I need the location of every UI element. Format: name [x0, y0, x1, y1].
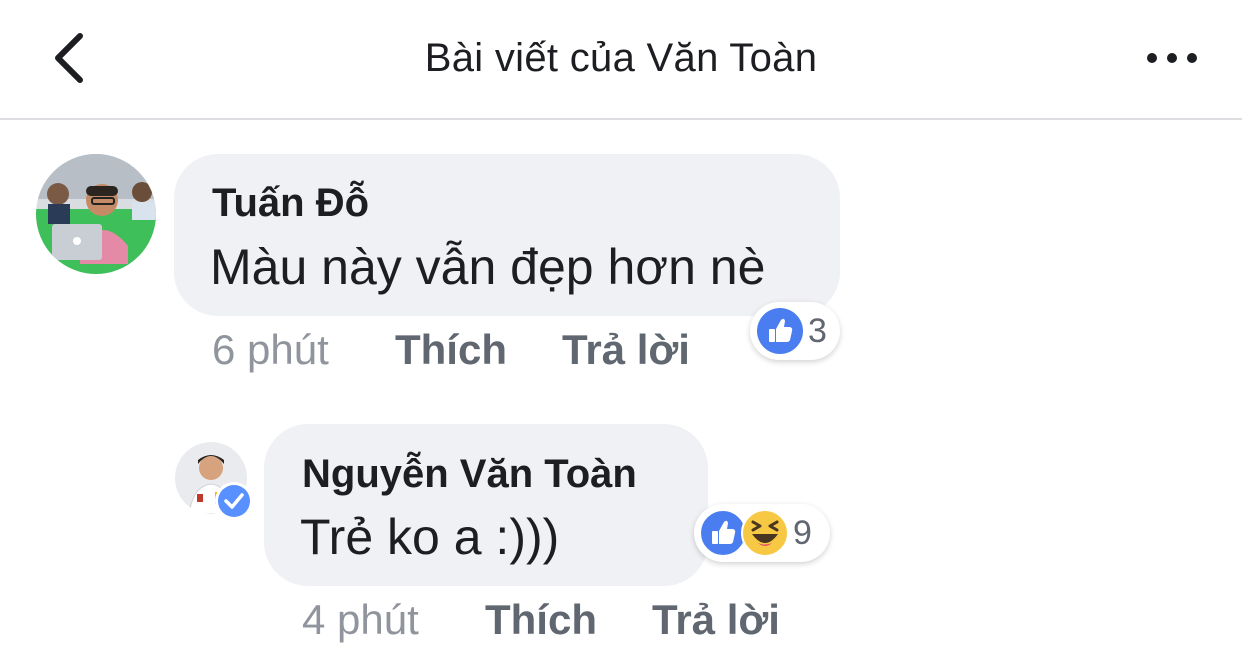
top-nav-bar: Bài viết của Văn Toàn — [0, 0, 1242, 120]
page-title: Bài viết của Văn Toàn — [424, 36, 818, 80]
reaction-summary[interactable]: 9 — [694, 504, 830, 562]
haha-reaction-icon — [741, 509, 789, 557]
comment-timestamp: 4 phút — [302, 596, 419, 643]
avatar[interactable] — [36, 154, 156, 274]
like-reaction-icon — [699, 509, 747, 557]
reaction-count: 9 — [793, 513, 812, 552]
comment-author[interactable]: Nguyễn Văn Toàn — [302, 452, 637, 497]
reaction-count: 3 — [808, 311, 827, 350]
more-options-button[interactable] — [1140, 40, 1204, 76]
verified-badge — [215, 482, 253, 520]
reply-button[interactable]: Trả lời — [562, 326, 690, 374]
reply-button[interactable]: Trả lời — [652, 596, 780, 644]
comment-text: Màu này vẫn đẹp hơn nè — [210, 239, 766, 295]
like-button[interactable]: Thích — [395, 326, 507, 374]
verified-check-icon — [218, 485, 250, 517]
comment-timestamp: 6 phút — [212, 326, 329, 373]
more-horizontal-icon — [1147, 53, 1197, 63]
reaction-summary[interactable]: 3 — [750, 302, 840, 360]
like-button[interactable]: Thích — [485, 596, 597, 644]
comment-author[interactable]: Tuấn Đỗ — [212, 181, 369, 226]
profile-photo — [36, 154, 156, 274]
like-reaction-icon — [757, 308, 803, 354]
comment-text: Trẻ ko a :))) — [300, 509, 560, 565]
